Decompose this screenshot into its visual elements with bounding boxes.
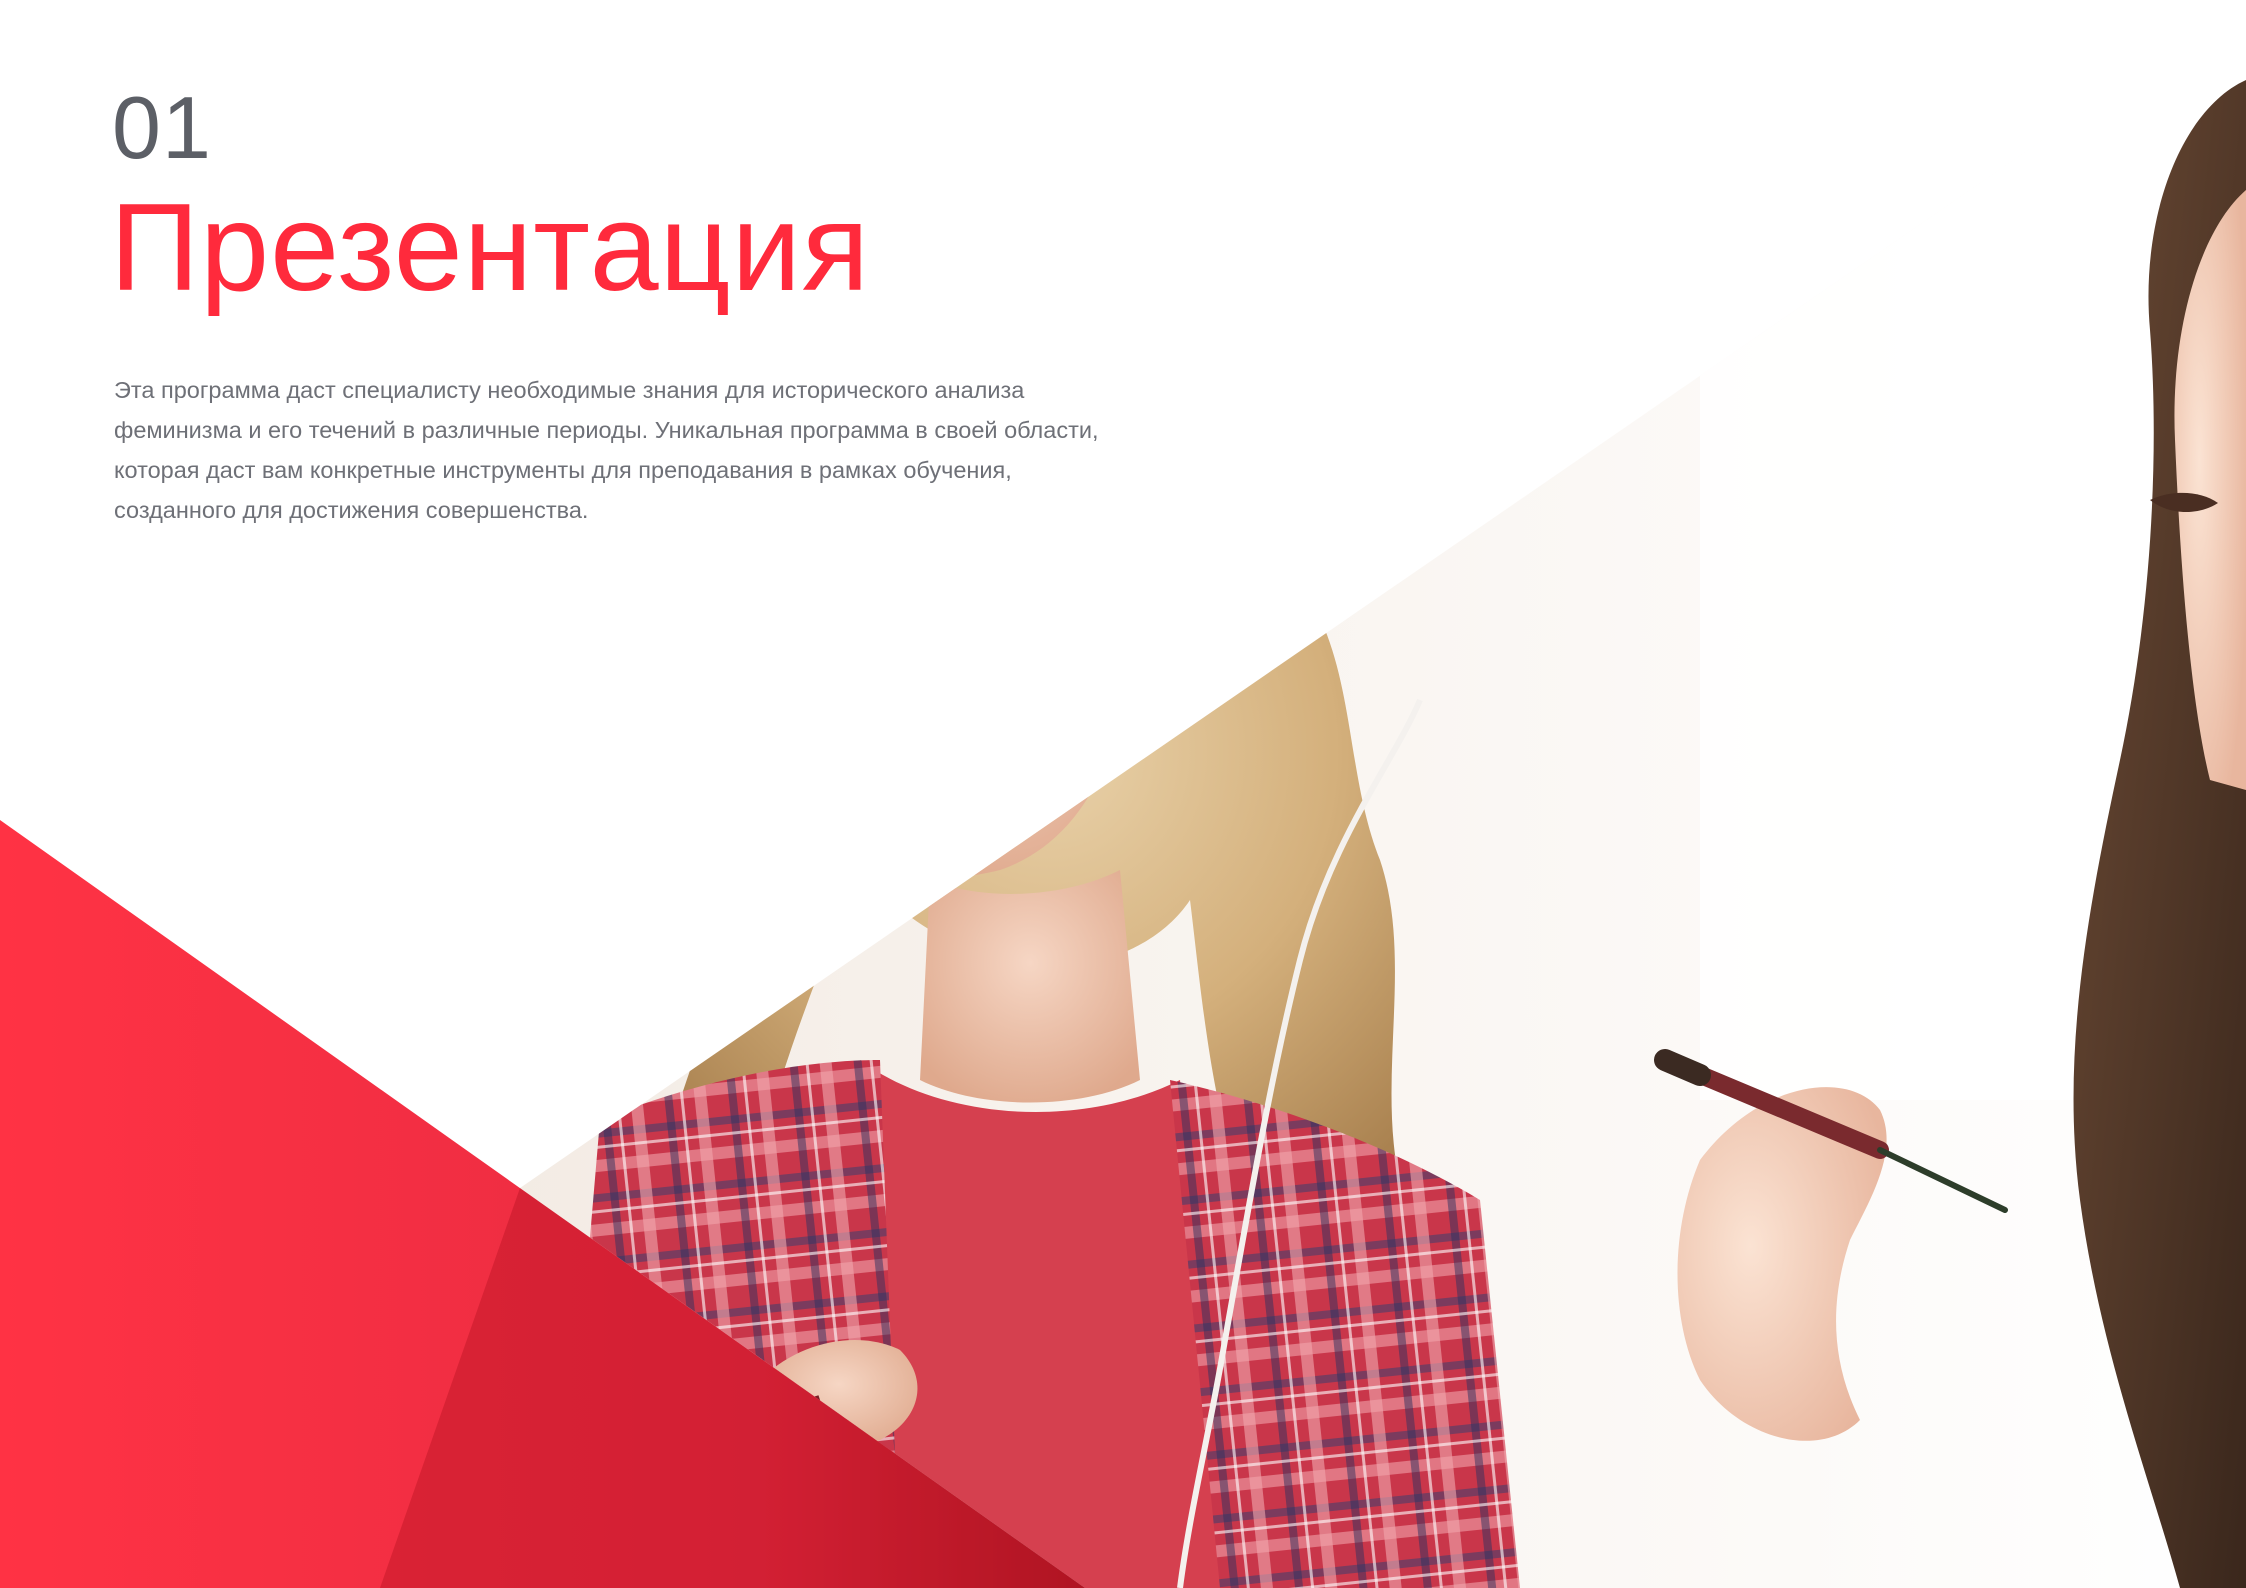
page: 01 Презентация Эта программа даст специа… — [0, 0, 2246, 1588]
page-title: Презентация — [110, 179, 871, 317]
section-number: 01 — [112, 78, 212, 177]
intro-paragraph: Эта программа даст специалисту необходим… — [114, 377, 1099, 523]
